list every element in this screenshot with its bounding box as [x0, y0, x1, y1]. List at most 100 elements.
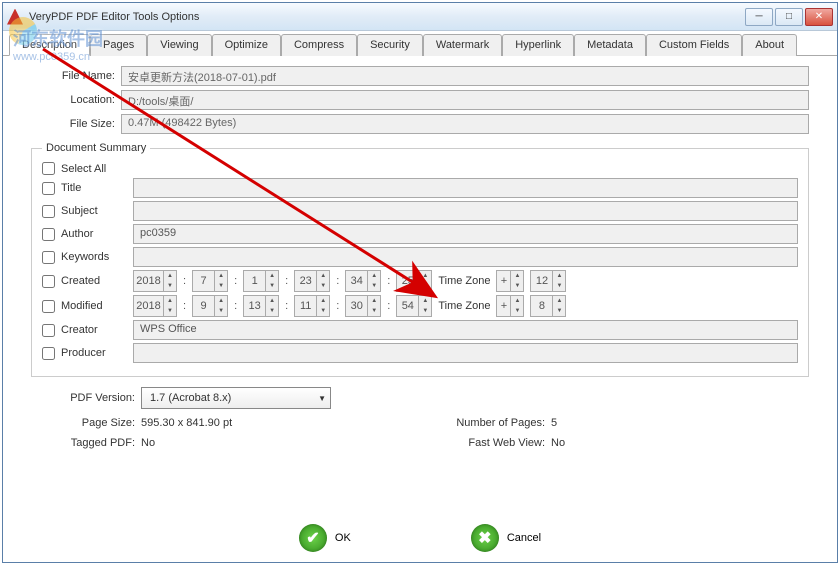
keywords-field[interactable] [133, 247, 798, 267]
chevron-up-icon[interactable]: ▲ [215, 271, 227, 281]
chevron-down-icon[interactable]: ▼ [266, 281, 278, 291]
title-field[interactable] [133, 178, 798, 198]
subject-field[interactable] [133, 201, 798, 221]
chevron-up-icon[interactable]: ▲ [511, 296, 523, 306]
tab-compress[interactable]: Compress [281, 34, 357, 56]
tab-pages[interactable]: Pages [90, 34, 147, 56]
spinner[interactable]: 2018▲▼ [133, 295, 177, 317]
spinner[interactable]: +▲▼ [496, 295, 524, 317]
select-all-checkbox[interactable] [42, 162, 55, 175]
chevron-down-icon[interactable]: ▼ [368, 281, 380, 291]
tab-custom-fields[interactable]: Custom Fields [646, 34, 742, 56]
tab-optimize[interactable]: Optimize [212, 34, 281, 56]
spinner[interactable]: +▲▼ [496, 270, 524, 292]
tab-viewing[interactable]: Viewing [147, 34, 211, 56]
subject-label: Subject [55, 205, 133, 217]
ok-label: OK [335, 532, 351, 544]
spinner[interactable]: 34▲▼ [345, 270, 381, 292]
file-size-label: File Size: [31, 118, 121, 130]
tab-security[interactable]: Security [357, 34, 423, 56]
chevron-down-icon[interactable]: ▼ [164, 281, 176, 291]
author-label: Author [55, 228, 133, 240]
chevron-up-icon[interactable]: ▲ [553, 271, 565, 281]
chevron-up-icon[interactable]: ▲ [317, 296, 329, 306]
location-field: D:/tools/桌面/ [121, 90, 809, 110]
chevron-up-icon[interactable]: ▲ [266, 296, 278, 306]
chevron-down-icon[interactable]: ▼ [511, 306, 523, 316]
keywords-checkbox[interactable] [42, 251, 55, 264]
title-checkbox[interactable] [42, 182, 55, 195]
author-checkbox[interactable] [42, 228, 55, 241]
chevron-down-icon[interactable]: ▼ [164, 306, 176, 316]
chevron-up-icon[interactable]: ▲ [368, 296, 380, 306]
chevron-up-icon[interactable]: ▲ [266, 271, 278, 281]
subject-checkbox[interactable] [42, 205, 55, 218]
chevron-up-icon[interactable]: ▲ [511, 271, 523, 281]
created-label: Created [55, 275, 133, 287]
modified-checkbox[interactable] [42, 300, 55, 313]
close-button[interactable]: ✕ [805, 8, 833, 26]
fast-web-label: Fast Web View: [421, 437, 551, 449]
chevron-up-icon[interactable]: ▲ [368, 271, 380, 281]
producer-field[interactable] [133, 343, 798, 363]
pdf-version-dropdown[interactable]: 1.7 (Acrobat 8.x) ▼ [141, 387, 331, 409]
producer-checkbox[interactable] [42, 347, 55, 360]
title-label: Title [55, 182, 133, 194]
window-title: VeryPDF PDF Editor Tools Options [29, 11, 745, 23]
chevron-down-icon[interactable]: ▼ [317, 306, 329, 316]
chevron-down-icon[interactable]: ▼ [215, 306, 227, 316]
titlebar: VeryPDF PDF Editor Tools Options ─ □ ✕ [3, 3, 837, 31]
spinner[interactable]: 11▲▼ [294, 295, 330, 317]
chevron-down-icon[interactable]: ▼ [215, 281, 227, 291]
file-name-field: 安卓更新方法(2018-07-01).pdf [121, 66, 809, 86]
location-label: Location: [31, 94, 121, 106]
spinner[interactable]: 30▲▼ [345, 295, 381, 317]
chevron-down-icon[interactable]: ▼ [419, 306, 431, 316]
creator-field[interactable]: WPS Office [133, 320, 798, 340]
chevron-down-icon[interactable]: ▼ [419, 281, 431, 291]
maximize-button[interactable]: □ [775, 8, 803, 26]
tab-metadata[interactable]: Metadata [574, 34, 646, 56]
chevron-up-icon[interactable]: ▲ [317, 271, 329, 281]
spinner[interactable]: 25▲▼ [396, 270, 432, 292]
spinner[interactable]: 12▲▼ [530, 270, 566, 292]
chevron-down-icon[interactable]: ▼ [317, 281, 329, 291]
chevron-up-icon[interactable]: ▲ [419, 271, 431, 281]
pdf-version-value: 1.7 (Acrobat 8.x) [150, 392, 231, 404]
timezone-label: Time Zone [438, 275, 490, 287]
spinner[interactable]: 9▲▼ [192, 295, 228, 317]
tab-description[interactable]: Description [9, 34, 90, 56]
tab-watermark[interactable]: Watermark [423, 34, 502, 56]
x-icon [471, 524, 499, 552]
creator-checkbox[interactable] [42, 324, 55, 337]
spinner[interactable]: 8▲▼ [530, 295, 566, 317]
chevron-up-icon[interactable]: ▲ [164, 296, 176, 306]
chevron-down-icon[interactable]: ▼ [553, 281, 565, 291]
pdf-version-label: PDF Version: [31, 392, 141, 404]
created-checkbox[interactable] [42, 275, 55, 288]
creator-label: Creator [55, 324, 133, 336]
spinner[interactable]: 7▲▼ [192, 270, 228, 292]
spinner[interactable]: 2018▲▼ [133, 270, 177, 292]
author-field[interactable]: pc0359 [133, 224, 798, 244]
chevron-down-icon[interactable]: ▼ [266, 306, 278, 316]
spinner[interactable]: 54▲▼ [396, 295, 432, 317]
spinner[interactable]: 23▲▼ [294, 270, 330, 292]
ok-button[interactable]: OK [299, 524, 351, 552]
spinner[interactable]: 1▲▼ [243, 270, 279, 292]
spinner[interactable]: 13▲▼ [243, 295, 279, 317]
chevron-up-icon[interactable]: ▲ [419, 296, 431, 306]
tab-hyperlink[interactable]: Hyperlink [502, 34, 574, 56]
minimize-button[interactable]: ─ [745, 8, 773, 26]
chevron-down-icon[interactable]: ▼ [368, 306, 380, 316]
chevron-down-icon[interactable]: ▼ [511, 281, 523, 291]
check-icon [299, 524, 327, 552]
chevron-up-icon[interactable]: ▲ [164, 271, 176, 281]
chevron-down-icon[interactable]: ▼ [553, 306, 565, 316]
chevron-up-icon[interactable]: ▲ [215, 296, 227, 306]
tab-about[interactable]: About [742, 34, 797, 56]
chevron-up-icon[interactable]: ▲ [553, 296, 565, 306]
content: File Name: 安卓更新方法(2018-07-01).pdf Locati… [3, 56, 837, 449]
cancel-button[interactable]: Cancel [471, 524, 541, 552]
fast-web-value: No [551, 437, 631, 449]
